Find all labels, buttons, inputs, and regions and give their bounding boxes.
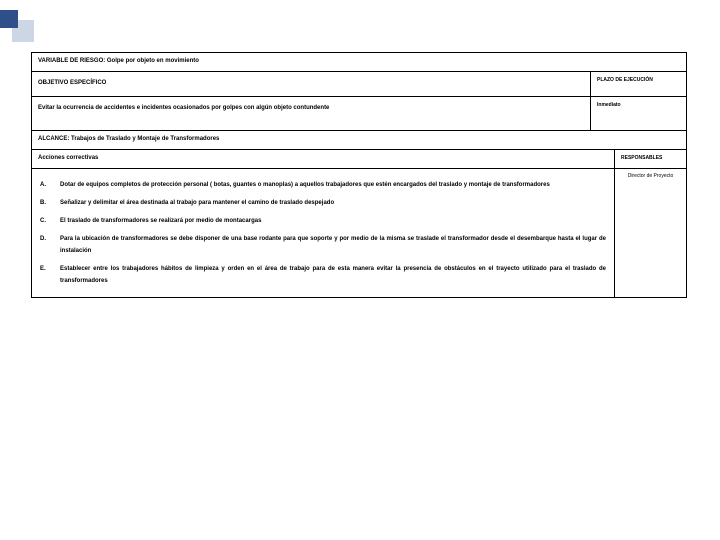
accion-item: C. El traslado de transformadores se rea… [40,215,606,227]
responsable-value: Director de Proyecto [614,169,686,297]
accion-text: Establecer entre los trabajadores hábito… [60,263,606,287]
plazo-ejecucion-label: PLAZO DE EJECUCIÓN [590,72,686,96]
accion-letter: D. [40,233,60,257]
row-alcance: ALCANCE: Trabajos de Traslado y Montaje … [32,131,686,150]
alcance-text: ALCANCE: Trabajos de Traslado y Montaje … [32,131,686,149]
accion-letter: E. [40,263,60,287]
accion-text: Dotar de equipos completos de protección… [60,179,606,191]
slide-decor-square-dark [0,10,18,28]
accion-text: El traslado de transformadores se realiz… [60,215,606,227]
accion-item: D. Para la ubicación de transformadores … [40,233,606,257]
accion-item: B. Señalizar y delimitar el área destina… [40,197,606,209]
accion-letter: B. [40,197,60,209]
accion-item: A. Dotar de equipos completos de protecc… [40,179,606,191]
accion-text: Para la ubicación de transformadores se … [60,233,606,257]
row-acciones-header: Acciones correctivas RESPONSABLES [32,150,686,169]
objetivo-especifico-label: OBJETIVO ESPECÍFICO [32,72,590,96]
accion-letter: C. [40,215,60,227]
row-variable-riesgo: VARIABLE DE RIESGO: Golpe por objeto en … [32,53,686,72]
risk-table: VARIABLE DE RIESGO: Golpe por objeto en … [31,52,687,298]
variable-riesgo-text: VARIABLE DE RIESGO: Golpe por objeto en … [32,53,686,71]
accion-item: E. Establecer entre los trabajadores háb… [40,263,606,287]
accion-text: Señalizar y delimitar el área destinada … [60,197,606,209]
row-objetivo-header: OBJETIVO ESPECÍFICO PLAZO DE EJECUCIÓN [32,72,686,97]
acciones-list-container: A. Dotar de equipos completos de protecc… [32,169,614,297]
responsables-label: RESPONSABLES [614,150,686,168]
acciones-list: A. Dotar de equipos completos de protecc… [32,169,614,297]
row-objetivo-value: Evitar la ocurrencia de accidentes e inc… [32,97,686,132]
accion-letter: A. [40,179,60,191]
row-acciones-body: A. Dotar de equipos completos de protecc… [32,169,686,297]
acciones-correctivas-label: Acciones correctivas [32,150,614,168]
objetivo-especifico-text: Evitar la ocurrencia de accidentes e inc… [32,97,590,131]
plazo-ejecucion-value: Inmediato [590,97,686,131]
